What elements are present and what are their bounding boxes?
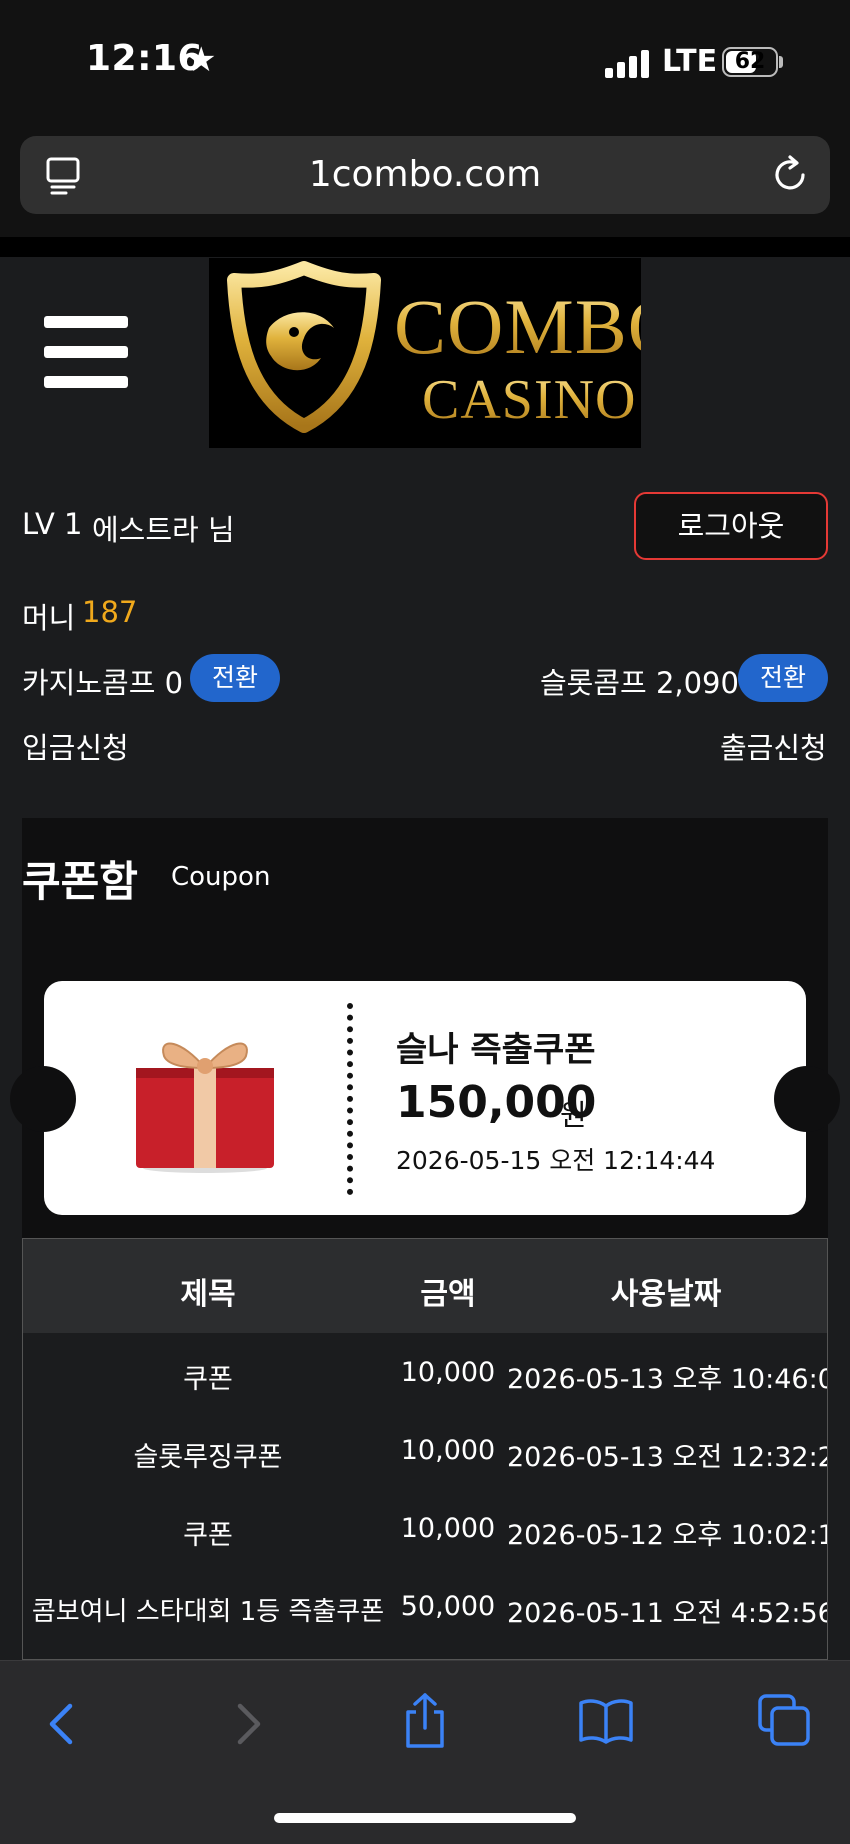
table-header: 제목 금액 사용날짜 xyxy=(23,1239,827,1333)
row-title: 쿠폰 xyxy=(183,1364,233,1395)
network-type: LTE xyxy=(662,44,718,79)
header-title: 제목 xyxy=(180,1277,236,1312)
casino-comp-convert-button[interactable]: 전환 xyxy=(190,654,280,702)
forward-icon[interactable] xyxy=(230,1700,266,1748)
logout-button[interactable]: 로그아웃 xyxy=(634,492,828,560)
ticket-notch-right xyxy=(774,1066,840,1132)
row-date: 2026-05-13 오전 12:32:26 xyxy=(507,1442,828,1473)
logo-wordmark-2: CASINO xyxy=(422,369,636,431)
header-date: 사용날짜 xyxy=(610,1277,722,1312)
battery-tip xyxy=(779,56,783,68)
row-date: 2026-05-12 오후 10:02:19 xyxy=(507,1520,828,1551)
row-amount: 10,000 xyxy=(400,1513,496,1544)
row-amount: 10,000 xyxy=(400,1357,496,1388)
row-date: 2026-05-11 오전 4:52:56 xyxy=(507,1598,828,1629)
address-bar[interactable]: 1combo.com xyxy=(20,136,830,214)
user-nickname: 에스트라 님 xyxy=(92,513,235,547)
header-amount: 금액 xyxy=(420,1277,476,1312)
cellular-signal-icon xyxy=(605,48,649,78)
row-title: 콤보여니 스타대회 1등 즉출쿠폰 xyxy=(31,1597,385,1627)
row-title: 쿠폰 xyxy=(183,1520,233,1551)
ticket-notch-left xyxy=(10,1066,76,1132)
featured-coupon-date: 2026-05-15 오전 12:14:44 xyxy=(396,1146,716,1175)
logo-wordmark-1: COMBO xyxy=(394,283,641,370)
reload-icon[interactable] xyxy=(770,155,810,195)
bookmarks-icon[interactable] xyxy=(578,1698,634,1744)
withdraw-request-link[interactable]: 출금신청 xyxy=(720,725,827,767)
row-amount: 50,000 xyxy=(400,1591,496,1622)
tabs-icon[interactable] xyxy=(758,1694,810,1746)
combo-casino-logo[interactable]: COMBO CASINO xyxy=(209,258,684,448)
coupon-title: 쿠폰함 xyxy=(22,857,138,906)
battery-icon: 62 xyxy=(722,47,778,77)
back-icon[interactable] xyxy=(44,1700,80,1748)
slot-comp-value: 슬롯콤프 2,090 xyxy=(540,666,739,700)
star-icon: ★ xyxy=(186,40,217,80)
page-top-divider xyxy=(0,237,850,257)
slot-comp-convert-button[interactable]: 전환 xyxy=(738,654,828,702)
url-text[interactable]: 1combo.com xyxy=(20,154,830,195)
user-level: LV 1 xyxy=(22,507,83,541)
gift-box-icon xyxy=(136,1042,274,1173)
row-amount: 10,000 xyxy=(400,1435,496,1466)
coupon-history-table: 제목 금액 사용날짜 쿠폰 10,000 2026-05-13 오후 10:46… xyxy=(22,1238,828,1660)
coupon-subtitle: Coupon xyxy=(171,862,271,892)
hamburger-menu-icon[interactable] xyxy=(44,316,128,388)
logo-graphic: COMBO CASINO xyxy=(227,261,684,433)
home-indicator xyxy=(274,1813,576,1823)
ticket-perforation xyxy=(347,1003,353,1195)
deposit-request-link[interactable]: 입금신청 xyxy=(22,725,129,767)
casino-comp-value: 카지노콤프 0 xyxy=(22,666,184,700)
money-value: 187 xyxy=(82,595,138,629)
battery-percent: 62 xyxy=(734,49,766,74)
row-title: 슬롯루징쿠폰 xyxy=(133,1442,283,1473)
money-label: 머니 xyxy=(22,601,76,635)
featured-coupon-name: 슬나 즉출쿠폰 xyxy=(396,1030,596,1070)
share-icon[interactable] xyxy=(402,1692,448,1750)
featured-coupon-unit: 원 xyxy=(560,1098,587,1132)
row-date: 2026-05-13 오후 10:46:03 xyxy=(507,1364,828,1395)
